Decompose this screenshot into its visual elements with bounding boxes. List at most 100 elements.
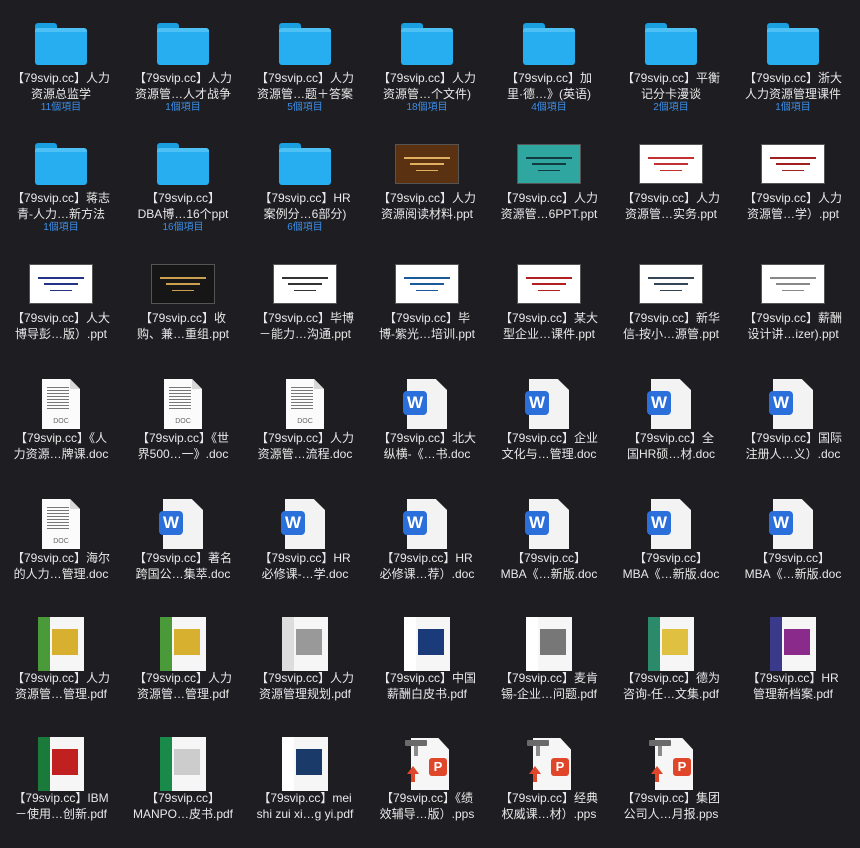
file-item[interactable]: W 【79svip.cc】 MBA《…新版.doc	[610, 488, 732, 608]
file-item[interactable]: 【79svip.cc】 MANPO…皮书.pdf	[122, 728, 244, 848]
file-item[interactable]: 【79svip.cc】HR 案例分…6部分) 6個項目	[244, 128, 366, 248]
file-item[interactable]: 【79svip.cc】人力 资源管…个文件) 18個項目	[366, 8, 488, 128]
file-item[interactable]: 【79svip.cc】人力 资源管…实务.ppt	[610, 128, 732, 248]
file-name: 【79svip.cc】蒋志 青-人力…新方法	[11, 191, 111, 221]
file-item[interactable]: W 【79svip.cc】著名 跨国公…集萃.doc	[122, 488, 244, 608]
ppt-thumbnail	[396, 265, 458, 303]
item-count: 18個項目	[406, 102, 448, 113]
pdf-thumbnail	[648, 617, 694, 671]
file-icon	[255, 136, 355, 192]
file-item[interactable]: W 【79svip.cc】国际 注册人…义）.doc	[732, 368, 854, 488]
folder-icon	[35, 23, 87, 65]
file-item[interactable]: 【79svip.cc】HR 管理新档案.pdf	[732, 608, 854, 728]
file-item[interactable]: 【79svip.cc】人力 资源管…6PPT.ppt	[488, 128, 610, 248]
file-name: 【79svip.cc】人力 资源总监学	[11, 71, 111, 101]
word-icon: W	[159, 499, 203, 549]
file-icon: P	[377, 736, 477, 792]
file-item[interactable]: P 【79svip.cc】《绩 效辅导…版）.pps	[366, 728, 488, 848]
ppt-thumbnail	[152, 265, 214, 303]
word-icon: W	[403, 379, 447, 429]
file-item[interactable]: 【79svip.cc】mei shi zui xi…g yi.pdf	[244, 728, 366, 848]
file-item[interactable]: W 【79svip.cc】北大 纵横-《…书.doc	[366, 368, 488, 488]
file-item[interactable]: 【79svip.cc】平衡 记分卡漫谈 2個項目	[610, 8, 732, 128]
file-icon	[377, 16, 477, 72]
file-icon	[255, 16, 355, 72]
file-item[interactable]: 【79svip.cc】德为 咨询-任…文集.pdf	[610, 608, 732, 728]
file-item[interactable]: 【79svip.cc】人力 资源管…管理.pdf	[122, 608, 244, 728]
file-item[interactable]: 【79svip.cc】人力 资源总监学 11個項目	[0, 8, 122, 128]
file-item[interactable]: 【79svip.cc】IBM －使用…创新.pdf	[0, 728, 122, 848]
doc-icon: DOC	[42, 379, 80, 429]
file-item[interactable]: 【79svip.cc】加 里·德…》(英语) 4個項目	[488, 8, 610, 128]
file-icon	[499, 616, 599, 672]
file-item[interactable]: W 【79svip.cc】企业 文化与…管理.doc	[488, 368, 610, 488]
file-item[interactable]: 【79svip.cc】新华 信-按小…源管.ppt	[610, 248, 732, 368]
file-item[interactable]: 【79svip.cc】人力 资源管理规划.pdf	[244, 608, 366, 728]
file-item[interactable]: P 【79svip.cc】集团 公司人…月报.pps	[610, 728, 732, 848]
file-item[interactable]: 【79svip.cc】中国 薪酬白皮书.pdf	[366, 608, 488, 728]
file-item[interactable]: P 【79svip.cc】经典 权威课…材）.pps	[488, 728, 610, 848]
pdf-thumbnail	[38, 737, 84, 791]
file-item[interactable]: 【79svip.cc】麦肯 锡-企业…问题.pdf	[488, 608, 610, 728]
file-item[interactable]: 【79svip.cc】薪酬 设计讲…izer).ppt	[732, 248, 854, 368]
file-item[interactable]: W 【79svip.cc】HR 必修课…荐）.doc	[366, 488, 488, 608]
file-item[interactable]: DOC 【79svip.cc】海尔 的人力…管理.doc	[0, 488, 122, 608]
file-item[interactable]: W 【79svip.cc】全 国HR硕…材.doc	[610, 368, 732, 488]
folder-icon	[157, 143, 209, 185]
pdf-thumbnail	[282, 617, 328, 671]
file-icon: W	[255, 496, 355, 552]
file-icon: W	[133, 496, 233, 552]
file-icon: DOC	[255, 376, 355, 432]
file-item[interactable]: 【79svip.cc】蒋志 青-人力…新方法 1個項目	[0, 128, 122, 248]
file-icon	[743, 616, 843, 672]
file-name: 【79svip.cc】浙大 人力资源管理课件	[743, 71, 843, 101]
ppt-thumbnail	[762, 265, 824, 303]
file-item[interactable]: DOC 【79svip.cc】《人 力资源…牌课.doc	[0, 368, 122, 488]
file-name: 【79svip.cc】国际 注册人…义）.doc	[743, 431, 843, 461]
file-name: 【79svip.cc】人力 资源管理规划.pdf	[255, 671, 355, 701]
file-icon	[11, 256, 111, 312]
pdf-thumbnail	[526, 617, 572, 671]
file-item[interactable]: 【79svip.cc】浙大 人力资源管理课件 1個項目	[732, 8, 854, 128]
file-item[interactable]: DOC 【79svip.cc】《世 界500…一》.doc	[122, 368, 244, 488]
item-count: 16個項目	[162, 222, 204, 233]
ppt-thumbnail	[396, 145, 458, 183]
file-item[interactable]: 【79svip.cc】人力 资源阅读材料.ppt	[366, 128, 488, 248]
file-icon: DOC	[11, 496, 111, 552]
item-count: 5個項目	[287, 102, 323, 113]
file-item[interactable]: 【79svip.cc】人大 博导彭…版）.ppt	[0, 248, 122, 368]
ppt-thumbnail	[518, 265, 580, 303]
file-name: 【79svip.cc】 MBA《…新版.doc	[622, 551, 720, 581]
pdf-thumbnail	[160, 617, 206, 671]
file-item[interactable]: W 【79svip.cc】 MBA《…新版.doc	[488, 488, 610, 608]
file-item[interactable]: 【79svip.cc】人力 资源管…学）.ppt	[732, 128, 854, 248]
file-name: 【79svip.cc】薪酬 设计讲…izer).ppt	[743, 311, 843, 341]
file-icon	[11, 736, 111, 792]
file-icon: W	[743, 496, 843, 552]
file-item[interactable]: DOC 【79svip.cc】人力 资源管…流程.doc	[244, 368, 366, 488]
ppt-thumbnail	[30, 265, 92, 303]
item-count: 2個項目	[653, 102, 689, 113]
item-count: 1個項目	[43, 222, 79, 233]
folder-icon	[35, 143, 87, 185]
file-item[interactable]: 【79svip.cc】毕 博-紫光…培训.ppt	[366, 248, 488, 368]
doc-tag: DOC	[297, 418, 313, 425]
file-item[interactable]: 【79svip.cc】人力 资源管…管理.pdf	[0, 608, 122, 728]
word-icon: W	[403, 499, 447, 549]
file-item[interactable]: 【79svip.cc】收 购、兼…重组.ppt	[122, 248, 244, 368]
ppt-thumbnail	[274, 265, 336, 303]
file-item[interactable]: 【79svip.cc】人力 资源管…题＋答案 5個項目	[244, 8, 366, 128]
file-item[interactable]: 【79svip.cc】毕博 －能力…沟通.ppt	[244, 248, 366, 368]
file-name: 【79svip.cc】全 国HR硕…材.doc	[626, 431, 715, 461]
file-name: 【79svip.cc】 MBA《…新版.doc	[500, 551, 598, 581]
pdf-thumbnail	[404, 617, 450, 671]
file-item[interactable]: W 【79svip.cc】HR 必修课-…学.doc	[244, 488, 366, 608]
file-item[interactable]: 【79svip.cc】人力 资源管…人才战争 1個項目	[122, 8, 244, 128]
item-count: 1個項目	[165, 102, 201, 113]
file-item[interactable]: 【79svip.cc】 DBA博…16个ppt 16個項目	[122, 128, 244, 248]
file-name: 【79svip.cc】HR 案例分…6部分)	[259, 191, 351, 221]
file-item[interactable]: W 【79svip.cc】 MBA《…新版.doc	[732, 488, 854, 608]
file-name: 【79svip.cc】收 购、兼…重组.ppt	[136, 311, 230, 341]
file-item[interactable]: 【79svip.cc】某大 型企业…课件.ppt	[488, 248, 610, 368]
file-icon	[133, 736, 233, 792]
